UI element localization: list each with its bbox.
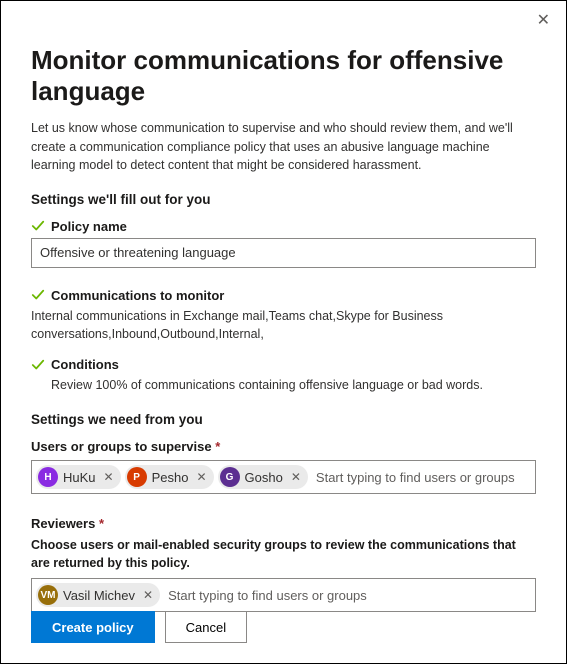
comms-label: Communications to monitor: [51, 288, 224, 303]
conditions-row: Conditions: [31, 357, 536, 372]
checkmark-icon: [31, 358, 45, 372]
chip-remove-icon[interactable]: ✕: [140, 588, 156, 602]
reviewers-label-text: Reviewers: [31, 516, 95, 531]
dialog-body: Monitor communications for offensive lan…: [1, 1, 566, 632]
conditions-description: Review 100% of communications containing…: [31, 376, 536, 394]
policy-name-label: Policy name: [51, 219, 127, 234]
supervise-input[interactable]: H HuKu ✕ P Pesho ✕ G Gosho ✕: [31, 460, 536, 494]
user-chip[interactable]: H HuKu ✕: [36, 465, 121, 489]
comms-row: Communications to monitor: [31, 288, 536, 303]
avatar: P: [127, 467, 147, 487]
required-mark: *: [99, 516, 104, 531]
comms-description: Internal communications in Exchange mail…: [31, 307, 536, 343]
close-icon[interactable]: ✕: [537, 13, 550, 29]
chip-label: Pesho: [152, 470, 189, 485]
reviewers-text-field[interactable]: [164, 583, 531, 607]
supervise-text-field[interactable]: [312, 465, 531, 489]
policy-name-input[interactable]: [31, 238, 536, 268]
required-mark: *: [215, 439, 220, 454]
avatar: G: [220, 467, 240, 487]
supervise-label: Users or groups to supervise *: [31, 439, 536, 454]
page-title: Monitor communications for offensive lan…: [31, 45, 536, 107]
user-chip[interactable]: VM Vasil Michev ✕: [36, 583, 160, 607]
checkmark-icon: [31, 288, 45, 302]
supervise-label-text: Users or groups to supervise: [31, 439, 212, 454]
create-policy-button[interactable]: Create policy: [31, 611, 155, 643]
chip-remove-icon[interactable]: ✕: [288, 470, 304, 484]
reviewers-input[interactable]: VM Vasil Michev ✕: [31, 578, 536, 612]
chip-label: Gosho: [245, 470, 283, 485]
section-prefilled-heading: Settings we'll fill out for you: [31, 192, 536, 207]
section-need-heading: Settings we need from you: [31, 412, 536, 427]
intro-text: Let us know whose communication to super…: [31, 119, 536, 173]
cancel-button[interactable]: Cancel: [165, 611, 247, 643]
user-chip[interactable]: P Pesho ✕: [125, 465, 214, 489]
button-row: Create policy Cancel: [31, 611, 247, 643]
conditions-label: Conditions: [51, 357, 119, 372]
reviewers-label: Reviewers *: [31, 516, 536, 531]
chip-label: Vasil Michev: [63, 588, 135, 603]
avatar: VM: [38, 585, 58, 605]
reviewers-help: Choose users or mail-enabled security gr…: [31, 537, 536, 572]
user-chip[interactable]: G Gosho ✕: [218, 465, 308, 489]
checkmark-icon: [31, 219, 45, 233]
policy-name-row: Policy name: [31, 219, 536, 234]
avatar: H: [38, 467, 58, 487]
chip-remove-icon[interactable]: ✕: [193, 470, 209, 484]
chip-remove-icon[interactable]: ✕: [101, 470, 117, 484]
chip-label: HuKu: [63, 470, 96, 485]
